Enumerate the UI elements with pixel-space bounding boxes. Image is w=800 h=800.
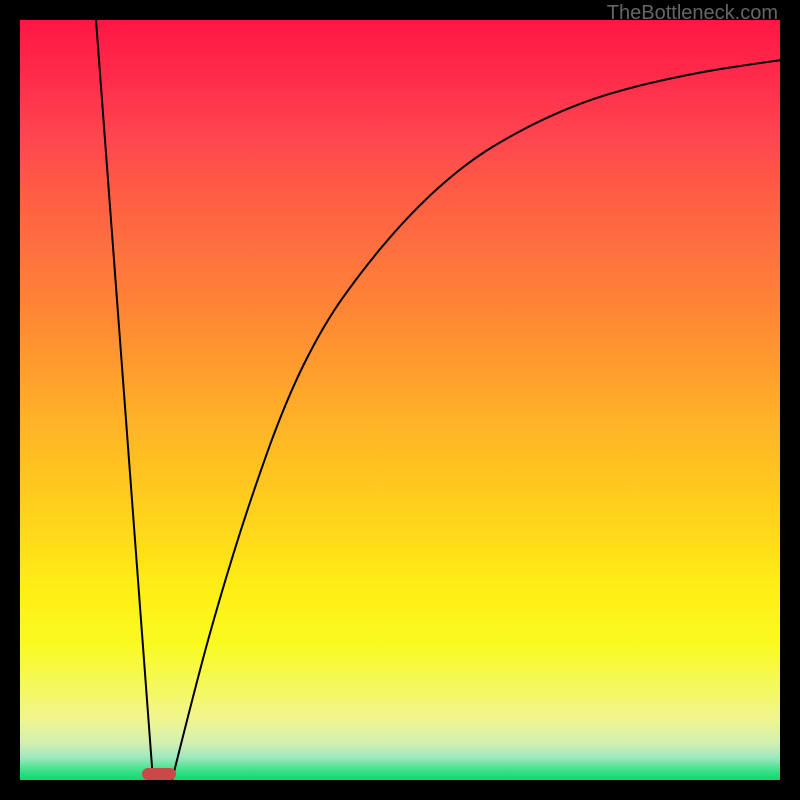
chart-curves [20,20,780,780]
chart-area [20,20,780,780]
minimum-marker [142,768,176,780]
watermark-text: TheBottleneck.com [607,2,778,25]
right-curve [172,60,780,780]
left-line-curve [96,20,153,780]
